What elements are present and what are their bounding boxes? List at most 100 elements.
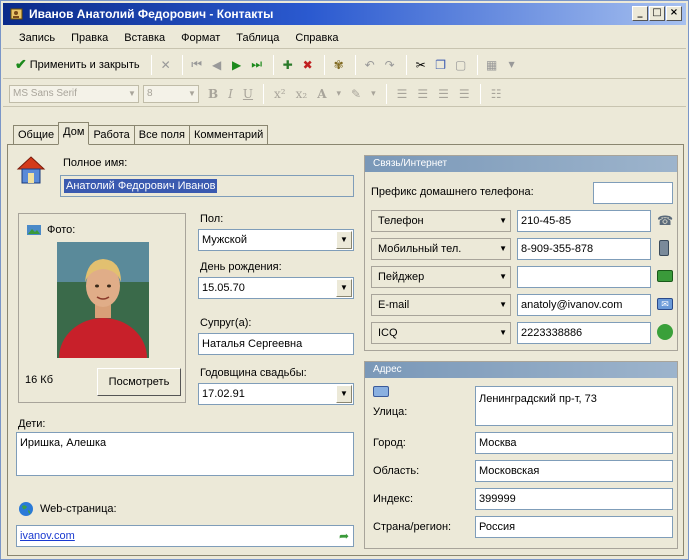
- comm-type-select-pager[interactable]: Пейджер ▼: [371, 266, 511, 288]
- new-record-icon[interactable]: ✚: [279, 54, 297, 76]
- photo-group: Фото: 16 Кб Посмотреть: [18, 213, 186, 403]
- chevron-down-icon: ▼: [499, 244, 507, 253]
- go-arrow-icon[interactable]: ➦: [339, 526, 349, 546]
- envelope-icon[interactable]: ✉: [657, 298, 673, 310]
- children-field[interactable]: Иришка, Алешка: [16, 432, 354, 476]
- tab-all-fields[interactable]: Все поля: [133, 125, 190, 145]
- maximize-button[interactable]: □: [649, 6, 665, 21]
- tab-general[interactable]: Общие: [13, 125, 60, 145]
- menu-edit[interactable]: Правка: [63, 32, 116, 44]
- comm-type-select-email[interactable]: E-mail ▼: [371, 294, 511, 316]
- email-field[interactable]: anatoly@ivanov.com: [517, 294, 651, 316]
- chevron-down-icon[interactable]: ▾: [337, 89, 342, 99]
- icq-flower-icon[interactable]: [657, 324, 673, 340]
- birthday-value: 15.05.70: [202, 282, 245, 294]
- underline-button[interactable]: U: [243, 87, 253, 101]
- bold-button[interactable]: B: [208, 87, 218, 101]
- country-label: Страна/регион:: [373, 521, 452, 533]
- city-field[interactable]: Москва: [475, 432, 673, 454]
- contact-group-title: Связь/Интернет: [365, 156, 677, 172]
- region-label: Область:: [373, 465, 420, 477]
- apply-and-close-button[interactable]: ✔ Применить и закрыть: [11, 54, 144, 76]
- subscript-icon[interactable]: x₂: [296, 87, 308, 101]
- home-tab-panel: Полное имя: Анатолий Федорович Иванов Фо…: [7, 144, 684, 556]
- comm-type-select-phone[interactable]: Телефон ▼: [371, 210, 511, 232]
- chevron-down-icon[interactable]: ▾: [371, 89, 376, 99]
- font-select[interactable]: MS Sans Serif ▼: [9, 84, 139, 103]
- highlight-icon[interactable]: ✎: [351, 87, 361, 101]
- filter-icon[interactable]: ✾: [330, 54, 348, 76]
- menu-record[interactable]: Запись: [11, 32, 63, 44]
- menu-format[interactable]: Формат: [173, 32, 228, 44]
- phone-field[interactable]: 210-45-85: [517, 210, 651, 232]
- tab-work[interactable]: Работа: [88, 125, 135, 145]
- menu-help[interactable]: Справка: [287, 32, 346, 44]
- chevron-down-icon[interactable]: ▼: [503, 54, 521, 76]
- justify-icon[interactable]: ☰: [459, 87, 470, 101]
- tab-comment[interactable]: Комментарий: [188, 125, 269, 145]
- copy-icon[interactable]: ❐: [432, 54, 450, 76]
- toolbar-separator: [150, 54, 152, 75]
- pager-field[interactable]: [517, 266, 651, 288]
- comm-type-select-icq[interactable]: ICQ ▼: [371, 322, 511, 344]
- font-size: 8: [147, 87, 153, 99]
- toolbar-separator: [385, 83, 387, 104]
- title-bar[interactable]: Иванов Анатолий Федорович - Контакты _ □…: [3, 3, 686, 25]
- close-button[interactable]: ×: [666, 6, 682, 21]
- previous-record-icon[interactable]: ◀: [208, 54, 226, 76]
- align-left-icon[interactable]: ☰: [397, 87, 408, 101]
- minimize-button[interactable]: _: [632, 6, 648, 21]
- undo-icon[interactable]: ↶: [361, 54, 379, 76]
- birthday-picker[interactable]: 15.05.70 ▼: [198, 277, 354, 299]
- first-record-icon[interactable]: ⏮: [188, 54, 206, 76]
- delete-icon[interactable]: ✕: [157, 54, 175, 76]
- mobile-field[interactable]: 8-909-355-878: [517, 238, 651, 260]
- spouse-field[interactable]: Наталья Сергеевна: [198, 333, 354, 355]
- gender-select[interactable]: Мужской ▼: [198, 229, 354, 251]
- font-size-select[interactable]: 8 ▼: [143, 84, 199, 103]
- country-field[interactable]: Россия: [475, 516, 673, 538]
- paste-icon[interactable]: ▢: [452, 54, 470, 76]
- children-label: Дети:: [18, 418, 46, 430]
- comm-type-label: E-mail: [378, 299, 410, 311]
- zip-field[interactable]: 399999: [475, 488, 673, 510]
- align-right-icon[interactable]: ☰: [438, 87, 449, 101]
- phone-icon[interactable]: ☎: [657, 213, 673, 229]
- next-record-icon[interactable]: ▶: [228, 54, 246, 76]
- fullname-field[interactable]: Анатолий Федорович Иванов: [60, 175, 354, 197]
- superscript-icon[interactable]: x²: [274, 87, 286, 101]
- delete-record-icon[interactable]: ✖: [299, 54, 317, 76]
- street-field[interactable]: Ленинградский пр-т, 73: [475, 386, 673, 426]
- region-field[interactable]: Московская: [475, 460, 673, 482]
- cut-icon[interactable]: ✂: [412, 54, 430, 76]
- icq-field[interactable]: 2223338886: [517, 322, 651, 344]
- comm-type-select-mobile[interactable]: Мобильный тел. ▼: [371, 238, 511, 260]
- redo-icon[interactable]: ↷: [381, 54, 399, 76]
- font-name: MS Sans Serif: [13, 87, 77, 99]
- pager-icon[interactable]: [657, 270, 673, 282]
- align-center-icon[interactable]: ☰: [417, 87, 428, 101]
- table-icon[interactable]: ▦: [483, 54, 501, 76]
- contact-photo[interactable]: [57, 242, 149, 358]
- chevron-down-icon: ▼: [336, 231, 352, 249]
- italic-button[interactable]: I: [228, 87, 233, 101]
- web-link[interactable]: ivanov.com: [20, 530, 75, 542]
- mobile-phone-icon[interactable]: [659, 240, 669, 256]
- contacts-app-icon: [10, 8, 23, 20]
- anniversary-picker[interactable]: 17.02.91 ▼: [198, 383, 354, 405]
- phone-prefix-field[interactable]: [593, 182, 673, 204]
- comm-type-label: Телефон: [378, 215, 424, 227]
- street-label: Улица:: [373, 406, 408, 418]
- last-record-icon[interactable]: ⏭: [248, 54, 266, 76]
- menu-bar: Запись Правка Вставка Формат Таблица Спр…: [3, 27, 686, 49]
- fullname-value: Анатолий Федорович Иванов: [64, 179, 218, 193]
- menu-table[interactable]: Таблица: [228, 32, 287, 44]
- tab-home[interactable]: Дом: [58, 122, 90, 145]
- bullet-list-icon[interactable]: ☷: [491, 87, 502, 101]
- view-photo-button[interactable]: Посмотреть: [97, 368, 181, 396]
- font-color-button[interactable]: A: [317, 87, 326, 101]
- web-field[interactable]: ivanov.com ➦: [16, 525, 354, 547]
- chevron-down-icon: ▼: [336, 279, 352, 297]
- anniversary-value: 17.02.91: [202, 388, 245, 400]
- menu-insert[interactable]: Вставка: [116, 32, 173, 44]
